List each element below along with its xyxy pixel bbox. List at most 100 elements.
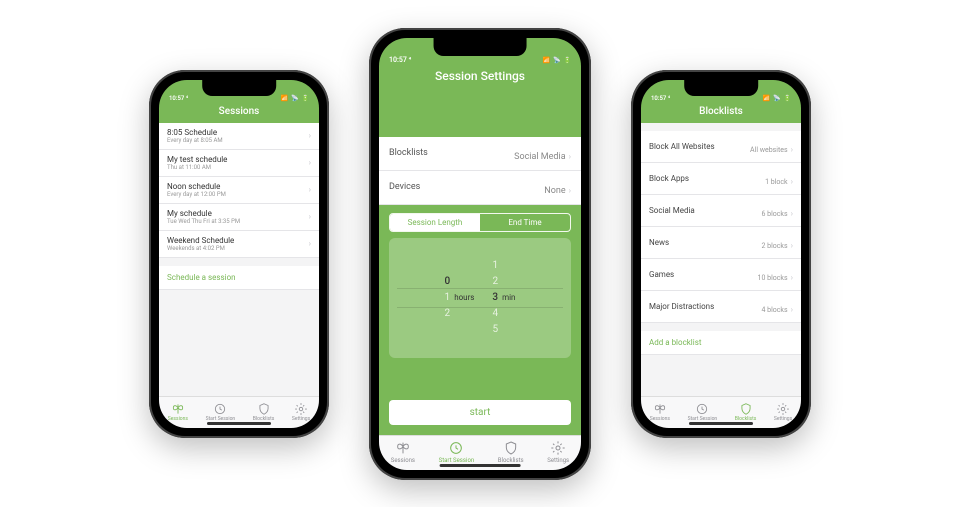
chevron-right-icon: ›	[309, 185, 311, 194]
session-row[interactable]: Weekend ScheduleWeekends at 4:02 PM ›	[159, 231, 319, 258]
tab-sessions[interactable]: Sessions	[391, 440, 415, 464]
session-sub: Every day at 8:05 AM	[167, 137, 223, 144]
butterfly-icon	[171, 401, 185, 415]
chevron-right-icon: ›	[309, 239, 311, 248]
status-time: 10:57 ⁴	[169, 95, 188, 102]
tab-blocklists[interactable]: Blocklists	[735, 401, 757, 422]
tab-start-session[interactable]: Start Session	[688, 401, 718, 422]
tab-sessions[interactable]: Sessions	[168, 401, 188, 422]
home-indicator[interactable]	[440, 464, 521, 467]
segment-control: Session Length End Time	[379, 205, 581, 232]
bl-value: 2 blocks	[761, 242, 787, 250]
blocklist-row[interactable]: Games10 blocks›	[641, 259, 801, 291]
chevron-right-icon: ›	[791, 145, 793, 154]
session-row[interactable]: Noon scheduleEvery day at 12:00 PM ›	[159, 177, 319, 204]
blocklist-row[interactable]: News2 blocks›	[641, 227, 801, 259]
tab-label: Settings	[547, 457, 569, 464]
mins-label: min	[502, 293, 515, 302]
chevron-right-icon: ›	[569, 152, 571, 161]
tab-start-session[interactable]: Start Session	[439, 440, 475, 464]
add-blocklist-button[interactable]: Add a blocklist	[641, 331, 801, 355]
page-title: Session Settings	[379, 66, 581, 83]
signal-icon	[763, 95, 770, 102]
session-sub: Thu at 11:00 AM	[167, 164, 227, 171]
schedule-session-button[interactable]: Schedule a session	[159, 266, 319, 290]
mins-selected: 3	[492, 290, 498, 306]
chevron-right-icon: ›	[309, 158, 311, 167]
picker-band	[397, 288, 563, 308]
notch	[202, 80, 276, 96]
blocklist-row[interactable]: Social Media6 blocks›	[641, 195, 801, 227]
session-title: My schedule	[167, 209, 240, 218]
settings-block: Blocklists Social Media › Devices None›	[379, 137, 581, 205]
status-icons	[281, 95, 309, 102]
devices-row[interactable]: Devices None›	[379, 171, 581, 205]
bl-title: Social Media	[649, 206, 695, 215]
seg-session-length[interactable]: Session Length	[390, 214, 480, 231]
battery-icon	[302, 95, 309, 102]
start-content: Blocklists Social Media › Devices None› S…	[379, 89, 581, 435]
clock-icon	[448, 440, 464, 456]
bl-value: 4 blocks	[761, 306, 787, 314]
blocklist-row[interactable]: Block Apps1 block›	[641, 163, 801, 195]
signal-icon	[543, 56, 550, 64]
tab-settings[interactable]: Settings	[547, 440, 569, 464]
clock-icon	[213, 401, 227, 415]
bl-value: 1 block	[765, 178, 788, 186]
seg-end-time[interactable]: End Time	[480, 214, 570, 231]
session-title: 8:05 Schedule	[167, 128, 223, 137]
bl-value: 10 blocks	[758, 274, 788, 282]
tab-blocklists[interactable]: Blocklists	[253, 401, 275, 422]
tab-label: Sessions	[168, 416, 188, 422]
chevron-right-icon: ›	[309, 212, 311, 221]
home-indicator[interactable]	[689, 422, 753, 425]
blocklist-row[interactable]: Block All WebsitesAll websites›	[641, 131, 801, 163]
shield-icon	[503, 440, 519, 456]
home-indicator[interactable]	[207, 422, 271, 425]
status-time: 10:57 ⁴	[389, 56, 411, 64]
chevron-right-icon: ›	[309, 131, 311, 140]
battery-icon	[784, 95, 791, 102]
chevron-right-icon: ›	[791, 305, 793, 314]
tab-sessions[interactable]: Sessions	[650, 401, 670, 422]
page-title: Sessions	[159, 104, 319, 117]
shield-icon	[257, 401, 271, 415]
tab-settings[interactable]: Settings	[292, 401, 310, 422]
time-picker[interactable]: 0 1 2 hours 1 2 3 4 5 min	[389, 238, 571, 358]
page-title: Blocklists	[641, 104, 801, 117]
blocklist-row[interactable]: Major Distractions4 blocks›	[641, 291, 801, 323]
hours-label: hours	[454, 293, 474, 302]
chevron-right-icon: ›	[569, 186, 571, 195]
row-label: Blocklists	[389, 148, 428, 158]
hours-selected: 0	[445, 274, 451, 290]
wifi-icon	[553, 56, 560, 64]
gear-icon	[294, 401, 308, 415]
tab-blocklists[interactable]: Blocklists	[498, 440, 524, 464]
session-row[interactable]: 8:05 ScheduleEvery day at 8:05 AM ›	[159, 123, 319, 150]
session-sub: Tue Wed Thu Fri at 3:35 PM	[167, 218, 240, 225]
butterfly-icon	[653, 401, 667, 415]
session-row[interactable]: My scheduleTue Wed Thu Fri at 3:35 PM ›	[159, 204, 319, 231]
status-icons	[763, 95, 791, 102]
tab-settings[interactable]: Settings	[774, 401, 792, 422]
tab-start-session[interactable]: Start Session	[206, 401, 236, 422]
session-row[interactable]: My test scheduleThu at 11:00 AM ›	[159, 150, 319, 177]
bl-title: Block All Websites	[649, 142, 715, 151]
bl-title: Games	[649, 270, 674, 279]
session-sub: Every day at 12:00 PM	[167, 191, 226, 198]
tab-label: Settings	[292, 416, 310, 422]
chevron-right-icon: ›	[791, 177, 793, 186]
start-button[interactable]: start	[389, 400, 571, 425]
mins-col[interactable]: 1 2 3 4 5	[492, 258, 498, 338]
wifi-icon	[291, 95, 298, 102]
wifi-icon	[773, 95, 780, 102]
phone-start-session: 10:57 ⁴ Session Settings Blocklists Soci…	[369, 28, 591, 480]
row-value: Social Media	[514, 152, 565, 162]
hours-col[interactable]: 0 1 2	[445, 274, 451, 322]
notch	[434, 38, 527, 56]
session-sub: Weekends at 4:02 PM	[167, 245, 234, 252]
phone-blocklists: 10:57 ⁴ Blocklists Block All WebsitesAll…	[631, 70, 811, 438]
gear-icon	[550, 440, 566, 456]
blocklists-row[interactable]: Blocklists Social Media ›	[379, 137, 581, 171]
shield-icon	[739, 401, 753, 415]
